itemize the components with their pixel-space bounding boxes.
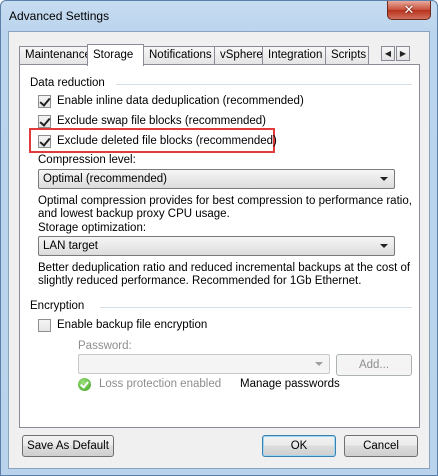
exclude-deleted-label: Exclude deleted file blocks (recommended… xyxy=(57,135,277,147)
storage-description: Better deduplication ratio and reduced i… xyxy=(38,262,410,288)
tab-notifications[interactable]: Notifications xyxy=(143,46,215,65)
data-reduction-title: Data reduction xyxy=(30,77,105,89)
group-divider xyxy=(100,307,412,308)
tab-storage[interactable]: Storage xyxy=(87,44,144,66)
check-circle-icon xyxy=(78,378,91,391)
enable-encryption-checkbox[interactable] xyxy=(38,318,51,332)
password-dropdown[interactable] xyxy=(78,354,330,374)
tab-scroll-right-button[interactable]: ▶ xyxy=(396,46,410,61)
exclude-deleted-checkbox-row[interactable]: Exclude deleted file blocks (recommended… xyxy=(38,133,277,149)
compression-description: Optimal compression provides for best co… xyxy=(38,195,412,221)
compression-desc-line-1: Optimal compression provides for best co… xyxy=(38,195,412,207)
exclude-deleted-checkbox[interactable] xyxy=(38,134,51,148)
compression-desc-line-2: and lowest backup proxy CPU usage. xyxy=(38,208,230,220)
compression-level-label: Compression level: xyxy=(38,154,136,166)
tab-integration[interactable]: Integration xyxy=(262,46,326,65)
tab-scripts[interactable]: Scripts xyxy=(325,46,369,65)
chevron-down-icon xyxy=(380,177,388,181)
inline-dedup-label: Enable inline data deduplication (recomm… xyxy=(57,95,304,107)
dialog-body: Maintenance Storage Notifications vSpher… xyxy=(8,31,430,469)
exclude-swap-checkbox-row[interactable]: Exclude swap file blocks (recommended) xyxy=(38,113,266,129)
storage-desc-line-1: Better deduplication ratio and reduced i… xyxy=(38,262,411,274)
manage-passwords-link[interactable]: Manage passwords xyxy=(240,378,340,390)
window-title: Advanced Settings xyxy=(9,9,110,23)
group-divider xyxy=(116,84,412,85)
enable-encryption-label: Enable backup file encryption xyxy=(57,319,208,331)
storage-tab-panel: Data reduction Enable inline data dedupl… xyxy=(19,64,420,428)
inline-dedup-checkbox[interactable] xyxy=(38,94,51,108)
storage-optimization-value: LAN target xyxy=(43,240,98,252)
storage-optimization-label: Storage optimization: xyxy=(38,222,147,234)
storage-desc-line-2: slightly reduced performance. Recommende… xyxy=(38,275,362,287)
password-label: Password: xyxy=(78,340,132,352)
close-button[interactable]: ✕ xyxy=(387,1,431,20)
compression-level-dropdown[interactable]: Optimal (recommended) xyxy=(38,169,395,189)
storage-optimization-dropdown[interactable]: LAN target xyxy=(38,236,395,256)
exclude-swap-label: Exclude swap file blocks (recommended) xyxy=(57,115,267,127)
inline-dedup-checkbox-row[interactable]: Enable inline data deduplication (recomm… xyxy=(38,93,304,109)
loss-protection-status: Loss protection enabled xyxy=(99,378,222,390)
save-as-default-button[interactable]: Save As Default xyxy=(22,435,114,457)
chevron-down-icon xyxy=(315,362,323,366)
advanced-settings-window: Advanced Settings ✕ Maintenance Storage … xyxy=(0,0,438,476)
encryption-title: Encryption xyxy=(30,300,85,312)
ok-button[interactable]: OK xyxy=(262,435,336,457)
enable-encryption-checkbox-row[interactable]: Enable backup file encryption xyxy=(38,317,207,333)
cancel-button[interactable]: Cancel xyxy=(344,435,418,457)
add-password-button[interactable]: Add... xyxy=(336,354,412,376)
tab-vsphere[interactable]: vSphere xyxy=(214,46,263,65)
exclude-swap-checkbox[interactable] xyxy=(38,114,51,128)
title-bar: Advanced Settings ✕ xyxy=(1,1,437,31)
compression-level-value: Optimal (recommended) xyxy=(43,173,167,185)
chevron-down-icon xyxy=(380,244,388,248)
tab-scroll-left-button[interactable]: ◀ xyxy=(381,46,395,61)
tab-maintenance[interactable]: Maintenance xyxy=(19,46,91,65)
